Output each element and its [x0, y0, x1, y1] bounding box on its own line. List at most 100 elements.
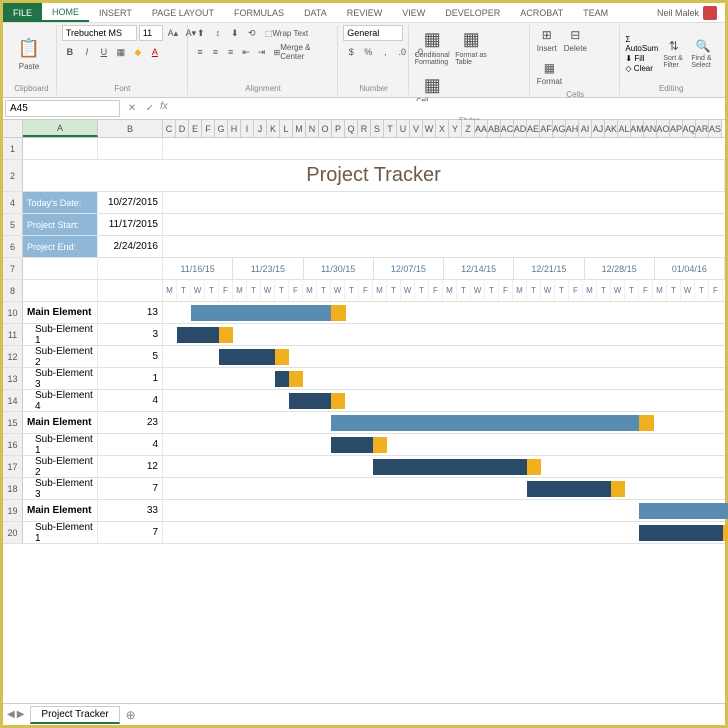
percent-button[interactable]: %: [360, 44, 376, 60]
duration-cell[interactable]: 1: [98, 368, 163, 389]
col-header[interactable]: AH: [566, 120, 579, 137]
duration-cell[interactable]: 5: [98, 346, 163, 367]
col-header[interactable]: AP: [670, 120, 683, 137]
gantt-row[interactable]: [163, 346, 725, 367]
increase-font-button[interactable]: A▴: [165, 25, 181, 41]
italic-button[interactable]: I: [79, 44, 95, 60]
tab-pagelayout[interactable]: PAGE LAYOUT: [142, 3, 224, 22]
align-middle-button[interactable]: ↕: [210, 25, 226, 41]
gantt-row[interactable]: [163, 456, 725, 477]
bold-button[interactable]: B: [62, 44, 78, 60]
font-size-select[interactable]: 11: [139, 25, 163, 41]
col-header[interactable]: AR: [696, 120, 709, 137]
enter-formula-button[interactable]: ✓: [142, 101, 158, 117]
tab-file[interactable]: FILE: [3, 3, 42, 22]
sub-element-cell[interactable]: Sub-Element 3: [23, 478, 98, 499]
col-header[interactable]: AJ: [592, 120, 605, 137]
main-element-cell[interactable]: Main Element: [23, 500, 98, 521]
user-account[interactable]: Neil Malek: [649, 6, 725, 20]
col-header[interactable]: P: [332, 120, 345, 137]
tab-formulas[interactable]: FORMULAS: [224, 3, 294, 22]
col-header[interactable]: AG: [553, 120, 566, 137]
col-header[interactable]: AA: [475, 120, 488, 137]
increase-decimal-button[interactable]: .0: [394, 44, 410, 60]
col-header[interactable]: L: [280, 120, 293, 137]
row-header[interactable]: 10: [3, 302, 23, 323]
insert-cells-button[interactable]: ⊞ Insert: [535, 25, 559, 55]
currency-button[interactable]: $: [343, 44, 359, 60]
row-header[interactable]: 18: [3, 478, 23, 499]
col-header[interactable]: V: [410, 120, 423, 137]
gantt-row[interactable]: [163, 478, 725, 499]
border-button[interactable]: ▦: [113, 44, 129, 60]
tab-team[interactable]: TEAM: [573, 3, 618, 22]
duration-cell[interactable]: 7: [98, 522, 163, 543]
tab-insert[interactable]: INSERT: [89, 3, 142, 22]
col-header[interactable]: O: [319, 120, 332, 137]
conditional-formatting-button[interactable]: ▦ Conditional Formatting: [414, 25, 450, 68]
col-header[interactable]: AQ: [683, 120, 696, 137]
col-header[interactable]: D: [176, 120, 189, 137]
wrap-text-button[interactable]: ⬚ Wrap Text: [261, 25, 312, 41]
fx-icon[interactable]: fx: [160, 101, 168, 117]
duration-cell[interactable]: 13: [98, 302, 163, 323]
sub-element-cell[interactable]: Sub-Element 3: [23, 368, 98, 389]
row-header[interactable]: 19: [3, 500, 23, 521]
col-header[interactable]: K: [267, 120, 280, 137]
underline-button[interactable]: U: [96, 44, 112, 60]
sub-element-cell[interactable]: Sub-Element 2: [23, 346, 98, 367]
tab-developer[interactable]: DEVELOPER: [435, 3, 510, 22]
font-color-button[interactable]: A: [147, 44, 163, 60]
col-header[interactable]: AI: [579, 120, 592, 137]
col-header[interactable]: J: [254, 120, 267, 137]
row-header[interactable]: 20: [3, 522, 23, 543]
row-header[interactable]: 4: [3, 192, 23, 213]
tab-review[interactable]: REVIEW: [337, 3, 393, 22]
format-cells-button[interactable]: ▦ Format: [535, 58, 564, 88]
col-header[interactable]: M: [293, 120, 306, 137]
formula-bar[interactable]: [172, 101, 723, 116]
col-header-A[interactable]: A: [23, 120, 98, 137]
main-element-cell[interactable]: Main Element: [23, 302, 98, 323]
col-header-B[interactable]: B: [98, 120, 163, 137]
col-header[interactable]: E: [189, 120, 202, 137]
col-header[interactable]: U: [397, 120, 410, 137]
font-family-select[interactable]: Trebuchet MS: [62, 25, 137, 41]
row-header[interactable]: 16: [3, 434, 23, 455]
merge-center-button[interactable]: ⊞ Merge & Center: [270, 44, 334, 60]
today-date[interactable]: 10/27/2015: [98, 192, 163, 213]
gantt-row[interactable]: [163, 390, 725, 411]
indent-increase-button[interactable]: ⇥: [254, 44, 268, 60]
col-header[interactable]: C: [163, 120, 176, 137]
col-header[interactable]: Z: [462, 120, 475, 137]
gantt-row[interactable]: [163, 368, 725, 389]
start-date[interactable]: 11/17/2015: [98, 214, 163, 235]
col-header[interactable]: W: [423, 120, 436, 137]
gantt-row[interactable]: [163, 302, 725, 323]
col-header[interactable]: AN: [644, 120, 657, 137]
row-header[interactable]: 1: [3, 138, 23, 159]
col-header[interactable]: X: [436, 120, 449, 137]
duration-cell[interactable]: 7: [98, 478, 163, 499]
row-header[interactable]: 13: [3, 368, 23, 389]
orientation-button[interactable]: ⟲: [244, 25, 260, 41]
fill-button[interactable]: ⬇ Fill: [625, 54, 658, 63]
select-all-corner[interactable]: [3, 120, 23, 137]
col-header[interactable]: Y: [449, 120, 462, 137]
sub-element-cell[interactable]: Sub-Element 4: [23, 390, 98, 411]
sheet-nav-last[interactable]: ▶: [17, 709, 25, 720]
duration-cell[interactable]: 23: [98, 412, 163, 433]
gantt-row[interactable]: [163, 500, 725, 521]
align-right-button[interactable]: ≡: [224, 44, 238, 60]
duration-cell[interactable]: 33: [98, 500, 163, 521]
align-top-button[interactable]: ⬆: [193, 25, 209, 41]
gantt-row[interactable]: [163, 522, 725, 543]
tab-view[interactable]: VIEW: [392, 3, 435, 22]
gantt-row[interactable]: [163, 412, 725, 433]
end-date[interactable]: 2/24/2016: [98, 236, 163, 257]
col-header[interactable]: AE: [527, 120, 540, 137]
sheet-tab-active[interactable]: Project Tracker: [30, 706, 119, 724]
col-header[interactable]: N: [306, 120, 319, 137]
format-as-table-button[interactable]: ▦ Format as Table: [453, 25, 489, 68]
col-header[interactable]: AF: [540, 120, 553, 137]
